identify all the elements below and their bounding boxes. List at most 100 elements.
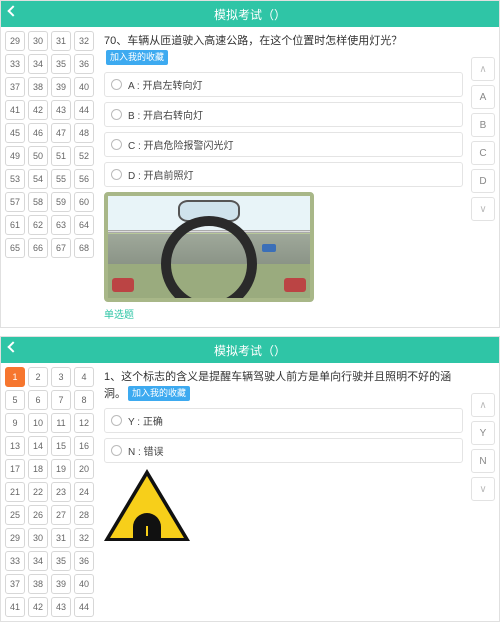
next-button[interactable]: ∨ bbox=[471, 477, 495, 501]
grid-cell[interactable]: 9 bbox=[5, 413, 25, 433]
grid-cell[interactable]: 58 bbox=[28, 192, 48, 212]
grid-cell[interactable]: 23 bbox=[51, 482, 71, 502]
grid-cell[interactable]: 51 bbox=[51, 146, 71, 166]
grid-cell[interactable]: 8 bbox=[74, 390, 94, 410]
grid-cell[interactable]: 33 bbox=[5, 551, 25, 571]
grid-cell[interactable]: 39 bbox=[51, 77, 71, 97]
option[interactable]: A : 开启左转向灯 bbox=[104, 72, 463, 97]
grid-cell[interactable]: 43 bbox=[51, 597, 71, 617]
grid-cell[interactable]: 63 bbox=[51, 215, 71, 235]
grid-cell[interactable]: 38 bbox=[28, 574, 48, 594]
option[interactable]: Y : 正确 bbox=[104, 408, 463, 433]
grid-cell[interactable]: 31 bbox=[51, 31, 71, 51]
grid-cell[interactable]: 35 bbox=[51, 54, 71, 74]
grid-cell[interactable]: 67 bbox=[51, 238, 71, 258]
grid-cell[interactable]: 28 bbox=[74, 505, 94, 525]
grid-cell[interactable]: 15 bbox=[51, 436, 71, 456]
grid-cell[interactable]: 19 bbox=[51, 459, 71, 479]
grid-cell[interactable]: 26 bbox=[28, 505, 48, 525]
grid-cell[interactable]: 13 bbox=[5, 436, 25, 456]
grid-cell[interactable]: 32 bbox=[74, 528, 94, 548]
grid-cell[interactable]: 27 bbox=[51, 505, 71, 525]
answer-button[interactable]: C bbox=[471, 141, 495, 165]
grid-cell[interactable]: 56 bbox=[74, 169, 94, 189]
grid-cell[interactable]: 41 bbox=[5, 597, 25, 617]
grid-cell[interactable]: 36 bbox=[74, 54, 94, 74]
grid-cell[interactable]: 52 bbox=[74, 146, 94, 166]
grid-cell[interactable]: 33 bbox=[5, 54, 25, 74]
back-icon[interactable] bbox=[7, 341, 18, 352]
grid-cell[interactable]: 59 bbox=[51, 192, 71, 212]
grid-cell[interactable]: 61 bbox=[5, 215, 25, 235]
grid-cell[interactable]: 41 bbox=[5, 100, 25, 120]
grid-cell[interactable]: 14 bbox=[28, 436, 48, 456]
grid-cell[interactable]: 34 bbox=[28, 54, 48, 74]
grid-cell[interactable]: 30 bbox=[28, 31, 48, 51]
grid-cell[interactable]: 6 bbox=[28, 390, 48, 410]
grid-cell[interactable]: 36 bbox=[74, 551, 94, 571]
grid-cell[interactable]: 47 bbox=[51, 123, 71, 143]
grid-cell[interactable]: 34 bbox=[28, 551, 48, 571]
grid-cell[interactable]: 45 bbox=[5, 123, 25, 143]
grid-cell[interactable]: 38 bbox=[28, 77, 48, 97]
grid-cell[interactable]: 44 bbox=[74, 597, 94, 617]
grid-cell[interactable]: 35 bbox=[51, 551, 71, 571]
answer-button[interactable]: A bbox=[471, 85, 495, 109]
grid-cell[interactable]: 21 bbox=[5, 482, 25, 502]
option[interactable]: B : 开启右转向灯 bbox=[104, 102, 463, 127]
grid-cell[interactable]: 66 bbox=[28, 238, 48, 258]
option[interactable]: D : 开启前照灯 bbox=[104, 162, 463, 187]
grid-cell[interactable]: 20 bbox=[74, 459, 94, 479]
grid-cell[interactable]: 12 bbox=[74, 413, 94, 433]
grid-cell[interactable]: 31 bbox=[51, 528, 71, 548]
grid-cell[interactable]: 37 bbox=[5, 574, 25, 594]
grid-cell[interactable]: 40 bbox=[74, 574, 94, 594]
grid-cell[interactable]: 42 bbox=[28, 597, 48, 617]
grid-cell[interactable]: 62 bbox=[28, 215, 48, 235]
grid-cell[interactable]: 1 bbox=[5, 367, 25, 387]
grid-cell[interactable]: 65 bbox=[5, 238, 25, 258]
grid-cell[interactable]: 37 bbox=[5, 77, 25, 97]
grid-cell[interactable]: 46 bbox=[28, 123, 48, 143]
grid-cell[interactable]: 18 bbox=[28, 459, 48, 479]
grid-cell[interactable]: 5 bbox=[5, 390, 25, 410]
grid-cell[interactable]: 68 bbox=[74, 238, 94, 258]
answer-button[interactable]: D bbox=[471, 169, 495, 193]
grid-cell[interactable]: 29 bbox=[5, 31, 25, 51]
grid-cell[interactable]: 30 bbox=[28, 528, 48, 548]
grid-cell[interactable]: 16 bbox=[74, 436, 94, 456]
grid-cell[interactable]: 50 bbox=[28, 146, 48, 166]
grid-cell[interactable]: 11 bbox=[51, 413, 71, 433]
grid-cell[interactable]: 64 bbox=[74, 215, 94, 235]
grid-cell[interactable]: 40 bbox=[74, 77, 94, 97]
favorite-tag[interactable]: 加入我的收藏 bbox=[128, 386, 190, 402]
grid-cell[interactable]: 60 bbox=[74, 192, 94, 212]
answer-button[interactable]: B bbox=[471, 113, 495, 137]
grid-cell[interactable]: 57 bbox=[5, 192, 25, 212]
grid-cell[interactable]: 39 bbox=[51, 574, 71, 594]
favorite-tag[interactable]: 加入我的收藏 bbox=[106, 50, 168, 66]
grid-cell[interactable]: 55 bbox=[51, 169, 71, 189]
next-button[interactable]: ∨ bbox=[471, 197, 495, 221]
option[interactable]: N : 错误 bbox=[104, 438, 463, 463]
grid-cell[interactable]: 25 bbox=[5, 505, 25, 525]
grid-cell[interactable]: 22 bbox=[28, 482, 48, 502]
grid-cell[interactable]: 7 bbox=[51, 390, 71, 410]
grid-cell[interactable]: 48 bbox=[74, 123, 94, 143]
grid-cell[interactable]: 54 bbox=[28, 169, 48, 189]
prev-button[interactable]: ∧ bbox=[471, 393, 495, 417]
prev-button[interactable]: ∧ bbox=[471, 57, 495, 81]
grid-cell[interactable]: 53 bbox=[5, 169, 25, 189]
option[interactable]: C : 开启危险报警闪光灯 bbox=[104, 132, 463, 157]
grid-cell[interactable]: 3 bbox=[51, 367, 71, 387]
back-icon[interactable] bbox=[7, 5, 18, 16]
grid-cell[interactable]: 32 bbox=[74, 31, 94, 51]
grid-cell[interactable]: 42 bbox=[28, 100, 48, 120]
grid-cell[interactable]: 4 bbox=[74, 367, 94, 387]
grid-cell[interactable]: 29 bbox=[5, 528, 25, 548]
grid-cell[interactable]: 2 bbox=[28, 367, 48, 387]
grid-cell[interactable]: 24 bbox=[74, 482, 94, 502]
grid-cell[interactable]: 43 bbox=[51, 100, 71, 120]
grid-cell[interactable]: 17 bbox=[5, 459, 25, 479]
answer-button[interactable]: Y bbox=[471, 421, 495, 445]
